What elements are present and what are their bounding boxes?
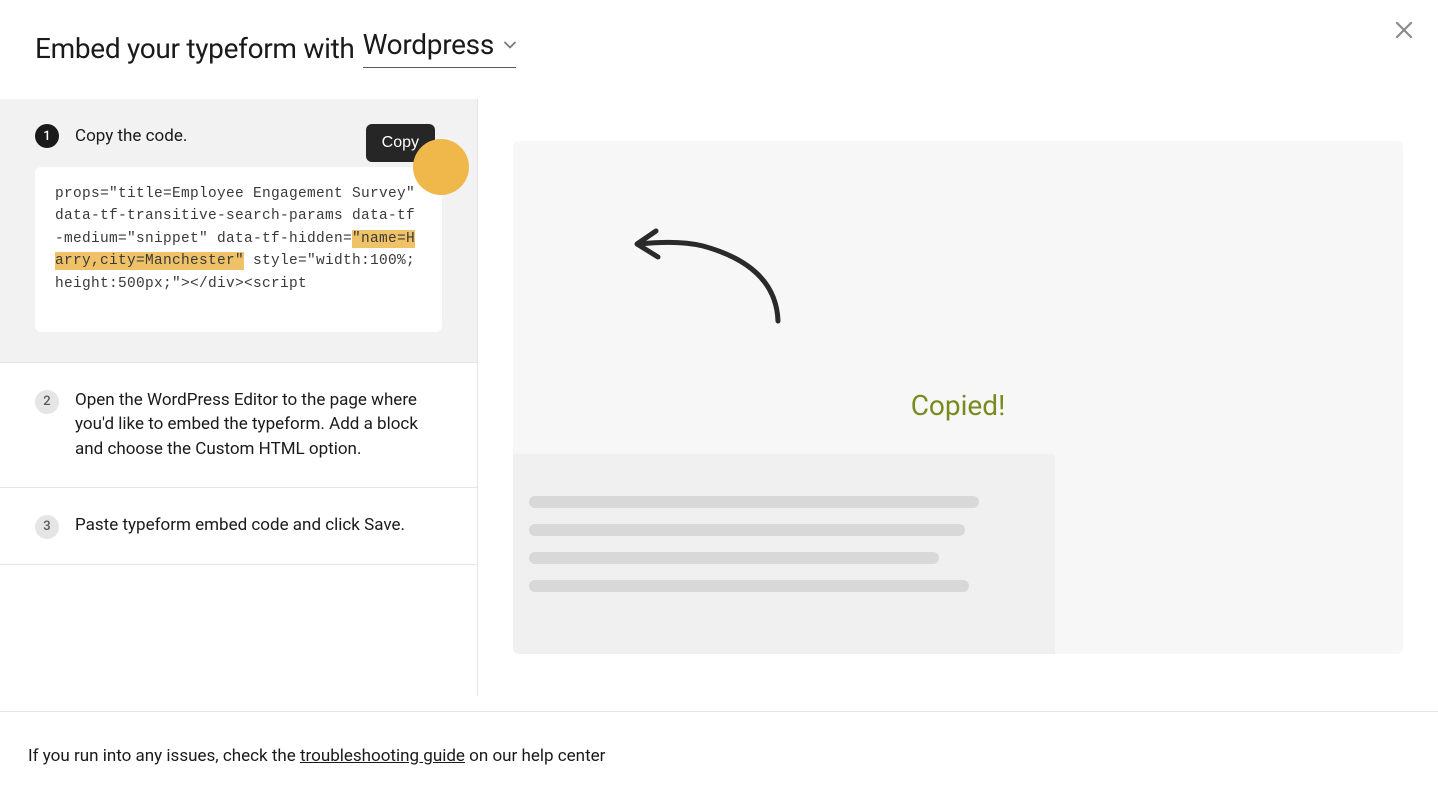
step-3-header: 3 Paste typeform embed code and click Sa… xyxy=(35,513,442,539)
step-1-text: Copy the code. xyxy=(75,124,187,149)
main-content: 1 Copy the code. Copy props="title=Emplo… xyxy=(0,99,1438,696)
skeleton-line xyxy=(529,580,969,592)
footer-text-after: on our help center xyxy=(465,746,605,766)
platform-dropdown[interactable]: Wordpress xyxy=(363,28,516,68)
step-3[interactable]: 3 Paste typeform embed code and click Sa… xyxy=(0,488,477,565)
footer-text-before: If you run into any issues, check the xyxy=(28,746,300,766)
step-3-text: Paste typeform embed code and click Save… xyxy=(75,513,405,538)
preview-card: Copied! xyxy=(513,141,1403,654)
step-1-number: 1 xyxy=(35,124,59,148)
modal-header: Embed your typeform with Wordpress xyxy=(0,0,1438,99)
skeleton-line xyxy=(529,496,979,508)
close-icon xyxy=(1395,21,1413,39)
step-2[interactable]: 2 Open the WordPress Editor to the page … xyxy=(0,363,477,488)
highlight-indicator xyxy=(413,139,469,195)
header-title: Embed your typeform with xyxy=(35,32,355,65)
skeleton-line xyxy=(529,552,939,564)
troubleshooting-link[interactable]: troubleshooting guide xyxy=(300,746,465,766)
step-2-header: 2 Open the WordPress Editor to the page … xyxy=(35,388,442,462)
step-1: 1 Copy the code. Copy props="title=Emplo… xyxy=(0,99,477,363)
arrow-icon xyxy=(628,226,788,326)
platform-name: Wordpress xyxy=(363,28,494,61)
embed-code-box[interactable]: props="title=Employee Engagement Survey"… xyxy=(35,167,442,332)
chevron-down-icon xyxy=(504,41,516,49)
skeleton-document xyxy=(513,454,1055,654)
step-2-number: 2 xyxy=(35,390,59,414)
preview-panel: Copied! xyxy=(478,99,1438,696)
step-3-number: 3 xyxy=(35,515,59,539)
footer: If you run into any issues, check the tr… xyxy=(0,711,1438,800)
step-2-text: Open the WordPress Editor to the page wh… xyxy=(75,388,442,462)
close-button[interactable] xyxy=(1392,18,1416,42)
skeleton-line xyxy=(529,524,965,536)
copied-label: Copied! xyxy=(911,389,1006,422)
steps-sidebar: 1 Copy the code. Copy props="title=Emplo… xyxy=(0,99,478,696)
